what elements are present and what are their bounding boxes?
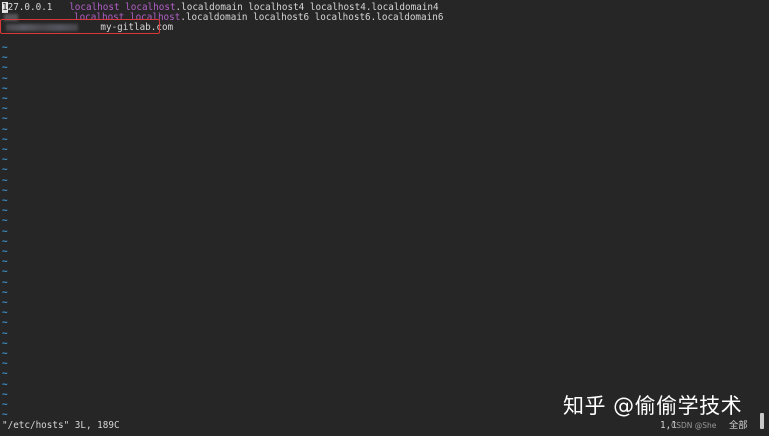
status-file-info: "/etc/hosts" 3L, 189C — [2, 420, 120, 431]
zhihu-watermark: 知乎 @偷偷学技术 — [563, 394, 743, 418]
highlight-annotation — [0, 19, 160, 34]
empty-line-tilde: ~ — [2, 266, 8, 278]
terminal-window[interactable]: 127.0.0.1 localhost localhost.localdomai… — [0, 0, 769, 436]
csdn-watermark: CSDN @She — [671, 421, 717, 430]
empty-line-tilde: ~ — [2, 368, 8, 380]
hostname-aliases: .localdomain localhost6 localhost6.local… — [180, 12, 444, 23]
scrollbar[interactable] — [760, 413, 764, 429]
status-scroll-indicator: 全部 — [729, 420, 748, 431]
empty-line-tilde: ~ — [2, 215, 8, 227]
empty-line-tilde: ~ — [2, 62, 8, 74]
empty-line-tilde: ~ — [2, 164, 8, 176]
empty-line-tilde: ~ — [2, 317, 8, 329]
empty-line-tilde: ~ — [2, 409, 8, 421]
empty-line-tilde: ~ — [2, 113, 8, 125]
